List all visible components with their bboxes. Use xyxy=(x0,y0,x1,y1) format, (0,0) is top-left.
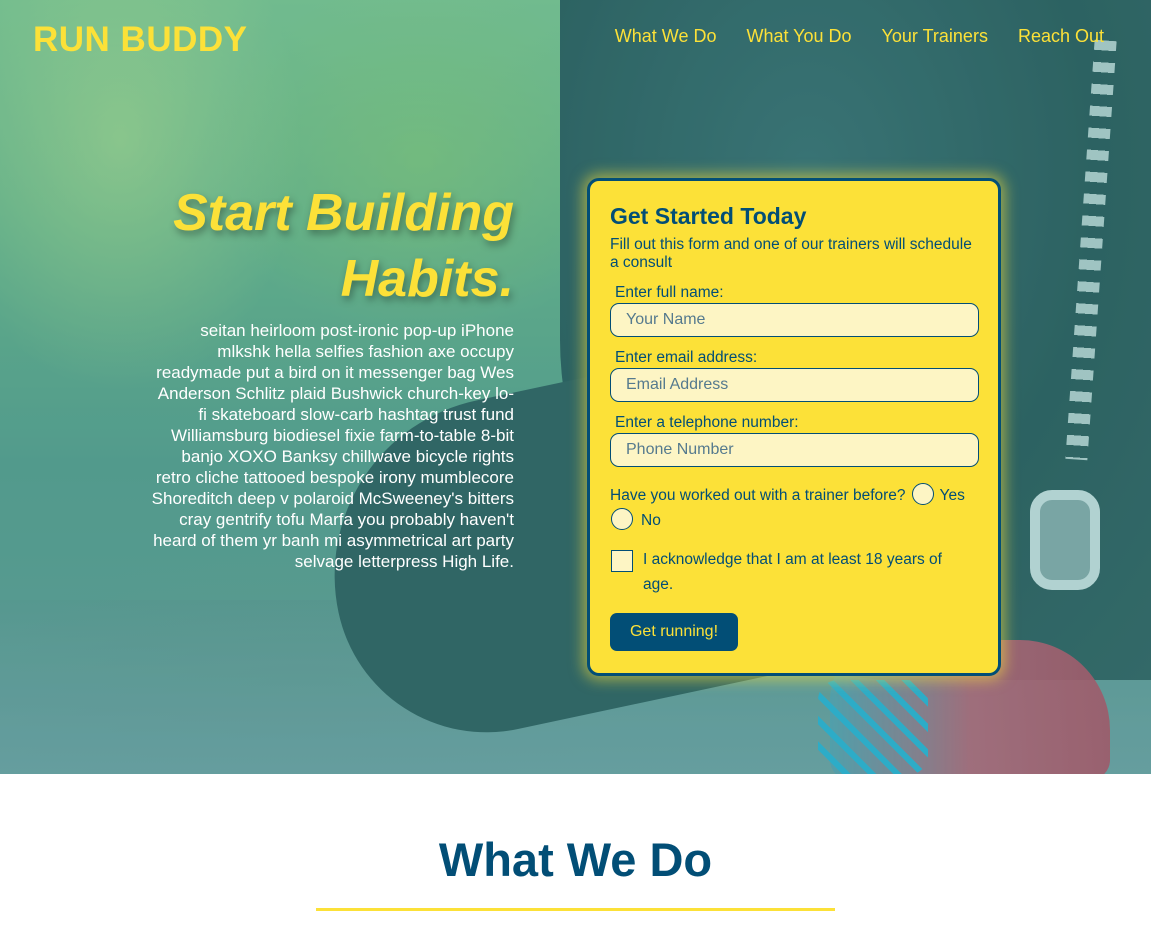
submit-button[interactable]: Get running! xyxy=(610,613,738,651)
age-ack-checkbox[interactable] xyxy=(611,550,633,572)
site-header: RUN BUDDY What We Do What You Do Your Tr… xyxy=(0,0,1151,80)
radio-yes-label: Yes xyxy=(939,487,965,504)
signup-form: Get Started Today Fill out this form and… xyxy=(587,178,1001,676)
age-ack-row: I acknowledge that I am at least 18 year… xyxy=(610,547,978,597)
email-label: Enter email address: xyxy=(615,349,758,366)
section-divider xyxy=(316,908,835,911)
nav-what-you-do[interactable]: What You Do xyxy=(746,26,851,47)
form-subtitle: Fill out this form and one of our traine… xyxy=(610,236,972,271)
what-we-do-heading: What We Do xyxy=(438,833,713,886)
radio-yes[interactable] xyxy=(911,482,934,505)
hero-body-text: seitan heirloom post-ironic pop-up iPhon… xyxy=(151,321,514,571)
phone-input[interactable] xyxy=(610,433,979,467)
radio-no[interactable] xyxy=(611,507,633,530)
site-logo[interactable]: RUN BUDDY xyxy=(33,20,248,60)
hero-copy: Start Building Habits. seitan heirloom p… xyxy=(150,180,514,572)
hero-title-line2: Habits. xyxy=(340,250,514,308)
form-title: Get Started Today xyxy=(610,203,807,229)
age-ack-label: I acknowledge that I am at least 18 year… xyxy=(643,551,942,593)
email-input[interactable] xyxy=(610,368,979,402)
hero-title-line1: Start Building xyxy=(173,184,514,242)
hero-section: RUN BUDDY What We Do What You Do Your Tr… xyxy=(0,0,1151,774)
nav-what-we-do[interactable]: What We Do xyxy=(615,26,717,47)
hero-title: Start Building Habits. xyxy=(150,180,514,312)
phone-label: Enter a telephone number: xyxy=(615,414,799,431)
nav-reach-out[interactable]: Reach Out xyxy=(1018,26,1104,47)
nav-your-trainers[interactable]: Your Trainers xyxy=(882,26,988,47)
name-input[interactable] xyxy=(610,303,979,337)
trainer-question-row: Have you worked out with a trainer befor… xyxy=(610,482,978,533)
main-nav: What We Do What You Do Your Trainers Rea… xyxy=(615,26,1104,47)
radio-no-label: No xyxy=(641,512,661,529)
name-label: Enter full name: xyxy=(615,284,724,301)
trainer-question-label: Have you worked out with a trainer befor… xyxy=(610,487,906,504)
radio-no-row: No xyxy=(610,507,978,533)
